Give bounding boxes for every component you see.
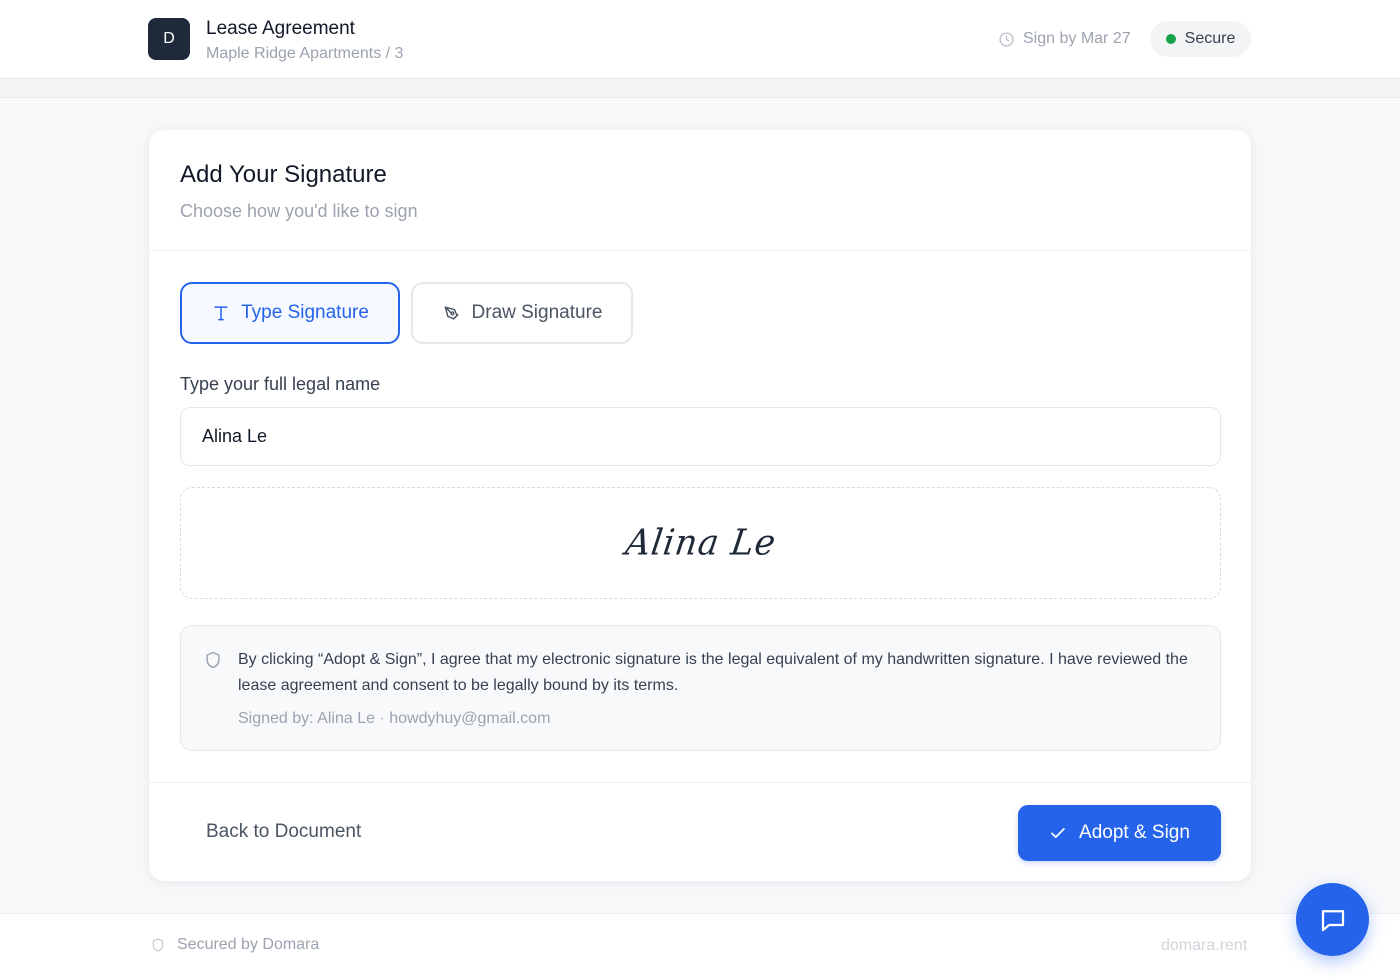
adopt-and-sign-label: Adopt & Sign <box>1079 822 1190 843</box>
back-to-document-button[interactable]: Back to Document <box>206 820 361 844</box>
secure-badge: Secure <box>1150 21 1251 57</box>
secure-label: Secure <box>1184 30 1236 47</box>
legal-name-input[interactable] <box>180 407 1221 466</box>
document-subtitle: Maple Ridge Apartments / 3 <box>206 45 404 62</box>
card-title: Add Your Signature <box>180 161 387 188</box>
signature-preview-text: Alina Le <box>622 522 779 564</box>
chat-bubble-icon <box>1321 909 1344 931</box>
card-header: Add Your Signature Choose how you'd like… <box>149 130 1251 251</box>
shield-icon <box>152 938 164 952</box>
page-footer: Secured by Domara domara.rent <box>0 913 1400 977</box>
document-title: Lease Agreement <box>206 18 355 39</box>
signed-by-text: Signed by: Alina Le · howdyhuy@gmail.com <box>238 710 551 727</box>
app-logo: D <box>148 18 190 60</box>
draw-signature-tab[interactable]: Draw Signature <box>411 282 633 344</box>
adopt-and-sign-button[interactable]: Adopt & Sign <box>1018 805 1221 861</box>
text-type-icon <box>214 306 228 321</box>
secured-by-text: Secured by Domara <box>177 936 320 953</box>
header-divider-band <box>0 79 1400 98</box>
signature-card: Add Your Signature Choose how you'd like… <box>148 129 1252 882</box>
sign-deadline: Sign by Mar 27 <box>998 28 1131 50</box>
clock-icon <box>999 31 1014 47</box>
secured-by: Secured by Domara <box>150 936 319 954</box>
card-subtitle: Choose how you'd like to sign <box>180 201 418 221</box>
top-bar: D Lease Agreement Maple Ridge Apartments… <box>0 0 1400 79</box>
card-footer-divider <box>149 782 1251 783</box>
type-signature-tab[interactable]: Type Signature <box>180 282 400 344</box>
signature-preview: Alina Le <box>180 487 1221 599</box>
draw-signature-label: Draw Signature <box>471 302 603 323</box>
chat-button[interactable] <box>1296 883 1369 956</box>
document-title-block: Lease Agreement Maple Ridge Apartments /… <box>206 17 403 65</box>
shield-icon <box>206 651 220 669</box>
footer-domain-link[interactable]: domara.rent <box>1161 937 1247 955</box>
name-field-label: Type your full legal name <box>180 374 381 394</box>
consent-text: By clicking “Adopt & Sign”, I agree that… <box>238 651 1188 694</box>
deadline-text: Sign by Mar 27 <box>1023 30 1131 47</box>
status-dot-icon <box>1165 34 1176 44</box>
pen-tool-icon <box>444 306 459 320</box>
check-icon <box>1051 828 1065 838</box>
consent-notice: By clicking “Adopt & Sign”, I agree that… <box>180 625 1221 751</box>
type-signature-label: Type Signature <box>241 302 369 323</box>
